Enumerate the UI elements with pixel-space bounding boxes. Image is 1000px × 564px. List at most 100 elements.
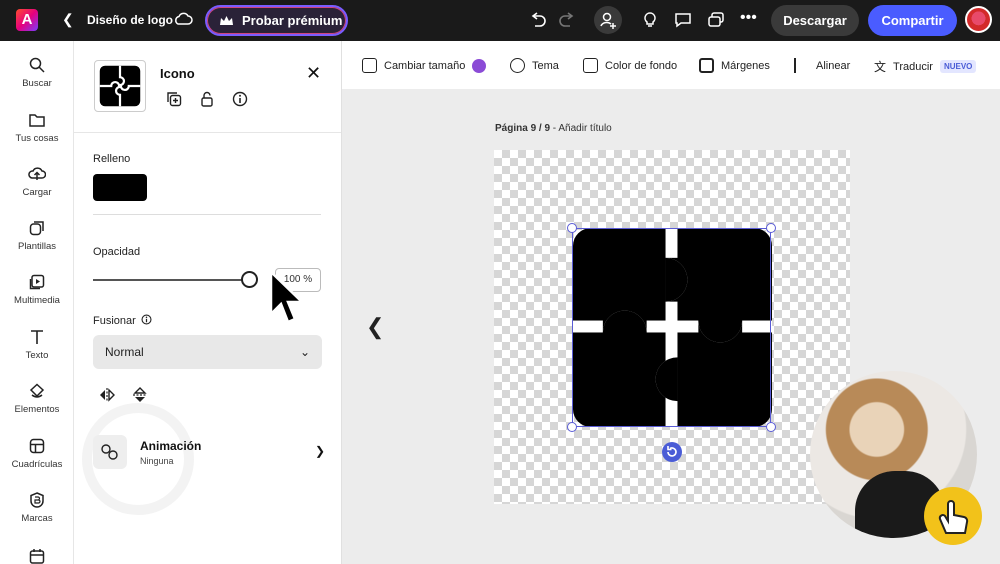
resize-icon [362, 58, 377, 73]
elements-icon [29, 383, 45, 398]
more-icon[interactable]: ••• [740, 9, 760, 29]
calendar-icon [29, 549, 45, 564]
back-icon[interactable]: ❮ [62, 11, 74, 28]
page-counter: Página 9 / 9 [495, 123, 551, 134]
align-button[interactable]: Alinear [794, 58, 850, 73]
background-color-icon [583, 58, 598, 73]
info-icon[interactable] [232, 91, 248, 107]
theme-button[interactable]: Tema [510, 58, 559, 73]
left-rail: Buscar Tus cosas Cargar Plantillas Multi… [0, 41, 74, 564]
brand-icon [30, 492, 44, 508]
context-toolbar: Cambiar tamaño Tema Color de fondo Márge… [342, 41, 1000, 90]
page-label[interactable]: Página 9 / 9 - Añadir título [495, 123, 612, 134]
present-icon[interactable] [706, 10, 726, 30]
fill-label: Relleno [93, 153, 131, 165]
opacity-slider-track[interactable] [93, 279, 250, 281]
rail-item-templates[interactable]: Plantillas [0, 220, 74, 252]
rail-item-your-stuff[interactable]: Tus cosas [0, 112, 74, 144]
translate-icon: 文 [874, 60, 887, 74]
background-color-button[interactable]: Color de fondo [583, 58, 677, 73]
rail-label: Plantillas [17, 241, 57, 252]
rail-item-elements[interactable]: Elementos [0, 383, 74, 415]
rail-item-text[interactable]: Texto [0, 329, 74, 361]
resize-label: Cambiar tamaño [384, 59, 466, 72]
blend-mode-select[interactable]: Normal ⌄ [93, 335, 322, 369]
translate-button[interactable]: 文 Traducir NUEVO [874, 58, 977, 75]
duplicate-icon[interactable] [166, 91, 182, 107]
rail-label: Tus cosas [15, 133, 59, 144]
search-icon [29, 57, 45, 73]
premium-crown-icon [472, 58, 487, 73]
animation-title[interactable]: Animación [140, 439, 201, 453]
templates-icon [29, 221, 44, 236]
document-title[interactable]: Diseño de logo [87, 13, 173, 27]
align-left-icon [794, 58, 809, 73]
rail-label: Cargar [22, 187, 52, 198]
add-title-link[interactable]: - Añadir título [550, 123, 612, 134]
rail-label: Buscar [22, 78, 52, 89]
hand-pointer-icon [924, 487, 982, 545]
resize-handle-bottom-left[interactable] [567, 422, 577, 432]
rotate-handle[interactable] [662, 442, 682, 462]
rail-label: Marcas [21, 513, 53, 524]
try-premium-label: Probar prémium [242, 13, 343, 28]
rail-label: Cuadrículas [11, 459, 63, 470]
opacity-label: Opacidad [93, 246, 141, 258]
resize-handle-bottom-right[interactable] [766, 422, 776, 432]
opacity-slider-handle[interactable] [241, 271, 258, 288]
flip-vertical-icon[interactable] [132, 387, 148, 403]
divider [93, 214, 321, 215]
try-premium-button[interactable]: Probar prémium [205, 5, 348, 36]
cloud-sync-icon[interactable] [173, 11, 193, 27]
unlock-icon[interactable] [199, 91, 215, 107]
blend-label: Fusionar [93, 314, 152, 327]
rail-item-brands[interactable]: Marcas [0, 492, 74, 524]
rail-label: Elementos [14, 404, 60, 415]
selection-box [572, 228, 771, 427]
theme-label: Tema [532, 59, 559, 72]
crown-icon [220, 15, 233, 25]
blend-mode-value: Normal [105, 345, 144, 359]
resize-button[interactable]: Cambiar tamaño [362, 58, 487, 73]
add-person-icon[interactable] [594, 6, 622, 34]
grid-icon [29, 438, 45, 454]
translate-label: Traducir [893, 60, 933, 73]
icon-thumbnail [94, 60, 146, 112]
download-button[interactable]: Descargar [771, 5, 859, 36]
info-icon[interactable] [141, 314, 152, 325]
panel-title: Icono [160, 66, 195, 81]
resize-handle-top-right[interactable] [766, 223, 776, 233]
margins-button[interactable]: Márgenes [699, 58, 770, 73]
flip-horizontal-icon[interactable] [98, 387, 116, 403]
palette-icon [510, 58, 525, 73]
animation-value: Ninguna [140, 456, 174, 466]
margins-label: Márgenes [721, 59, 770, 72]
text-icon [31, 330, 43, 344]
artboard[interactable] [494, 150, 850, 504]
rail-item-calendar[interactable] [0, 548, 74, 564]
rail-item-upload[interactable]: Cargar [0, 166, 74, 198]
redo-icon[interactable] [557, 10, 577, 30]
fill-color-swatch[interactable] [93, 174, 147, 201]
divider [74, 132, 341, 133]
user-avatar[interactable] [965, 6, 992, 33]
resize-handle-top-left[interactable] [567, 223, 577, 233]
animation-icon[interactable] [93, 435, 127, 469]
mouse-cursor-icon [269, 270, 306, 324]
media-icon [29, 274, 45, 290]
top-bar: ❮ Diseño de logo Probar prémium ••• Desc… [0, 0, 1000, 41]
rail-item-grids[interactable]: Cuadrículas [0, 438, 74, 470]
chevron-right-icon[interactable]: ❯ [315, 444, 325, 458]
align-label: Alinear [816, 59, 851, 72]
rail-item-media[interactable]: Multimedia [0, 274, 74, 306]
comment-icon[interactable] [673, 10, 693, 30]
new-badge: NUEVO [939, 60, 977, 73]
bulb-icon[interactable] [640, 10, 660, 30]
share-button[interactable]: Compartir [868, 5, 957, 36]
previous-page-arrow[interactable]: ❮ [366, 314, 384, 340]
background-color-label: Color de fondo [605, 59, 678, 72]
rail-item-search[interactable]: Buscar [0, 57, 74, 89]
undo-icon[interactable] [528, 10, 548, 30]
adobe-express-logo[interactable] [16, 9, 38, 31]
close-icon[interactable]: ✕ [306, 63, 321, 84]
